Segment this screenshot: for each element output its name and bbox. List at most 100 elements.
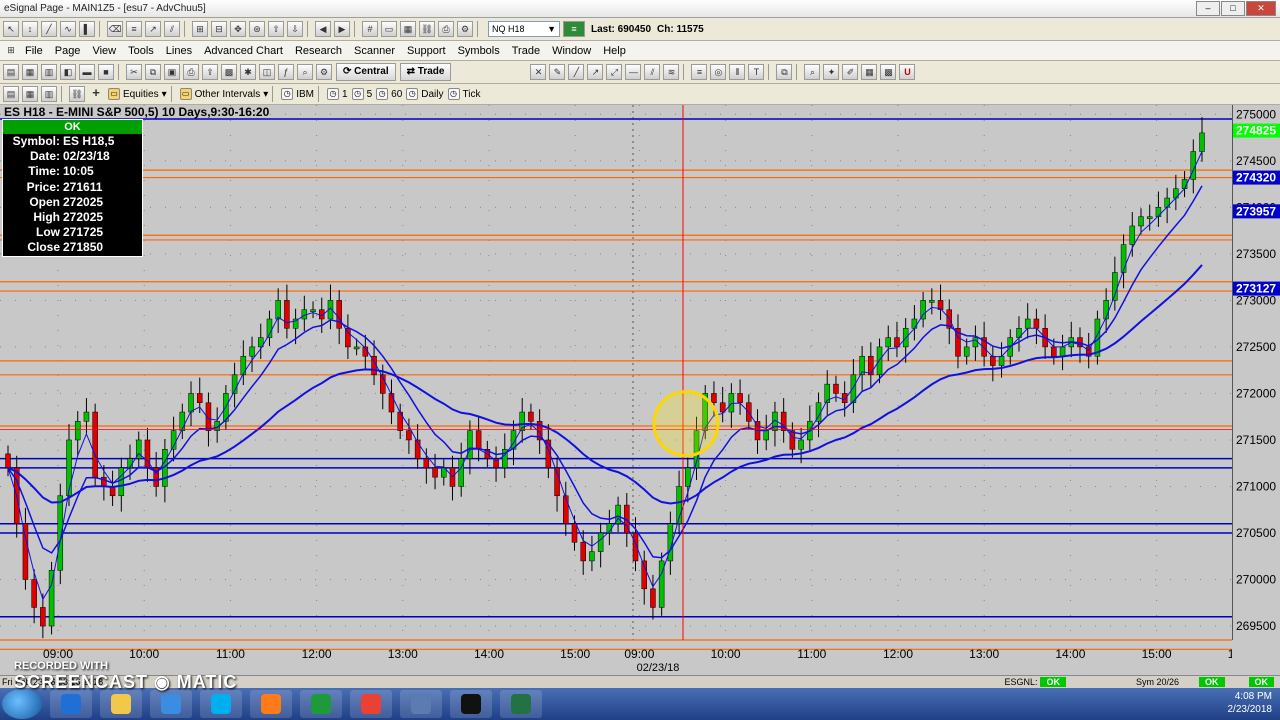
formula-icon[interactable]: ƒ: [278, 64, 294, 80]
link-page-icon[interactable]: ⛓: [69, 86, 85, 102]
taskbar-app-explorer[interactable]: [100, 690, 142, 718]
chart-area[interactable]: ES H18 - E-MINI S&P 500,5) 10 Days,9:30-…: [0, 105, 1280, 675]
copy-icon[interactable]: ⧉: [145, 64, 161, 80]
daily-button[interactable]: ◷ Daily: [406, 88, 444, 100]
window-icon[interactable]: ▭: [381, 21, 397, 37]
taskbar-app-calculator[interactable]: [400, 690, 442, 718]
central-button[interactable]: ⟳ Central: [336, 63, 396, 81]
taskbar-app-skype[interactable]: [200, 690, 242, 718]
menu-advanced-chart[interactable]: Advanced Chart: [198, 41, 289, 61]
menu-window[interactable]: Window: [546, 41, 597, 61]
ibm-button[interactable]: ◷ IBM: [281, 88, 314, 100]
menu-research[interactable]: Research: [289, 41, 348, 61]
grid-view-icon[interactable]: ▩: [880, 64, 897, 80]
print-icon[interactable]: ⎙: [183, 64, 199, 80]
interval-5-button[interactable]: ◷ 5: [351, 88, 372, 100]
save-icon[interactable]: ■: [98, 64, 114, 80]
print-icon[interactable]: ⎙: [438, 21, 454, 37]
menu-trade[interactable]: Trade: [506, 41, 546, 61]
layout-icon[interactable]: ▦: [22, 86, 38, 102]
close-button[interactable]: ✕: [1246, 1, 1276, 16]
export-icon[interactable]: ⇪: [202, 64, 218, 80]
up-icon[interactable]: ⇧: [268, 21, 284, 37]
hline-icon[interactable]: —: [625, 64, 642, 80]
taskbar-app-firefox[interactable]: [250, 690, 292, 718]
arrow-icon[interactable]: ↗: [145, 21, 161, 37]
equities-dropdown[interactable]: ▭ Equities ▾: [108, 88, 167, 100]
news-icon[interactable]: ◧: [60, 64, 76, 80]
menu-tools[interactable]: Tools: [122, 41, 160, 61]
move-icon[interactable]: ✥: [230, 21, 246, 37]
quote-icon[interactable]: ▦: [22, 64, 38, 80]
system-tray[interactable]: 4:08 PM 2/23/2018: [1228, 690, 1273, 716]
trade-button[interactable]: ⇄ Trade: [399, 63, 452, 81]
taskbar-app-excel[interactable]: [500, 690, 542, 718]
data-window[interactable]: OK Symbol: ES H18,5 Date: 02/23/18 Time: 10…: [2, 119, 143, 257]
tick-button[interactable]: ◷ Tick: [447, 88, 480, 100]
cycle-icon[interactable]: ⊛: [249, 21, 265, 37]
taskbar-app-ie[interactable]: [150, 690, 192, 718]
table-view-icon[interactable]: ▦: [861, 64, 878, 80]
chart-style-icon[interactable]: ▥: [41, 86, 57, 102]
trendline-icon[interactable]: ╱: [41, 21, 57, 37]
cycle-lines-icon[interactable]: ⦀: [729, 64, 746, 80]
link-icon[interactable]: ⛓: [419, 21, 435, 37]
menu-file[interactable]: File: [19, 41, 49, 61]
zoom-in-icon[interactable]: ⊞: [192, 21, 208, 37]
zoom-icon[interactable]: ⌕: [804, 64, 821, 80]
go-icon[interactable]: ≡: [563, 21, 585, 37]
grid-icon[interactable]: #: [362, 21, 378, 37]
pointer-icon[interactable]: ↖: [3, 21, 19, 37]
add-icon[interactable]: +: [88, 86, 104, 102]
table-icon[interactable]: ▦: [400, 21, 416, 37]
gann-icon[interactable]: ≋: [663, 64, 680, 80]
menu-help[interactable]: Help: [597, 41, 632, 61]
ray-icon[interactable]: ↗: [587, 64, 604, 80]
minimize-button[interactable]: –: [1196, 1, 1220, 16]
interval-1-button[interactable]: ◷ 1: [327, 88, 348, 100]
taskbar-app-esignal[interactable]: [300, 690, 342, 718]
cursor-icon[interactable]: ↕: [22, 21, 38, 37]
crosshair-icon[interactable]: ✕: [530, 64, 547, 80]
line-icon[interactable]: ╱: [568, 64, 585, 80]
menu-support[interactable]: Support: [401, 41, 452, 61]
start-button[interactable]: [2, 689, 42, 719]
fib-retrace-icon[interactable]: ≡: [691, 64, 708, 80]
paste-icon[interactable]: ▣: [164, 64, 180, 80]
settings-icon[interactable]: ⚙: [457, 21, 473, 37]
scale-icon[interactable]: ⊟: [211, 21, 227, 37]
menu-scanner[interactable]: Scanner: [348, 41, 401, 61]
search-icon[interactable]: ⌕: [297, 64, 313, 80]
menu-lines[interactable]: Lines: [160, 41, 198, 61]
maximize-button[interactable]: □: [1221, 1, 1245, 16]
draw-icon[interactable]: ∿: [60, 21, 76, 37]
scroll-right-icon[interactable]: ▶: [334, 21, 350, 37]
folder-icon[interactable]: ▬: [79, 64, 95, 80]
fib-icon[interactable]: ≡: [126, 21, 142, 37]
menu-symbols[interactable]: Symbols: [452, 41, 506, 61]
heatmap-icon[interactable]: ▩: [221, 64, 237, 80]
down-icon[interactable]: ⇩: [287, 21, 303, 37]
price-axis[interactable]: 2750002745002740002735002730002725002720…: [1232, 105, 1280, 640]
symbol-input[interactable]: NQ H18 ▼: [488, 21, 560, 37]
text-icon[interactable]: T: [748, 64, 765, 80]
interval-60-button[interactable]: ◷ 60: [376, 88, 402, 100]
layers-icon[interactable]: ⧉: [776, 64, 793, 80]
parallel-icon[interactable]: ⫽: [644, 64, 661, 80]
taskbar-app-chart-app[interactable]: [450, 690, 492, 718]
taskbar-app-hp[interactable]: [50, 690, 92, 718]
circle-icon[interactable]: ◎: [710, 64, 727, 80]
properties-icon[interactable]: ✦: [823, 64, 840, 80]
extend-icon[interactable]: ⤢: [606, 64, 623, 80]
options-icon[interactable]: ⚙: [316, 64, 332, 80]
other-intervals-dropdown[interactable]: ▭ Other Intervals ▾: [179, 88, 268, 100]
pencil-icon[interactable]: ✎: [549, 64, 566, 80]
new-chart-icon[interactable]: ▤: [3, 86, 19, 102]
chart-icon[interactable]: ▥: [41, 64, 57, 80]
price-chart[interactable]: [0, 105, 1232, 675]
bar-icon[interactable]: ▌: [79, 21, 95, 37]
erase-icon[interactable]: ⌫: [107, 21, 123, 37]
cut-icon[interactable]: ✂: [126, 64, 142, 80]
channel-icon[interactable]: ⫽: [164, 21, 180, 37]
scroll-left-icon[interactable]: ◀: [315, 21, 331, 37]
